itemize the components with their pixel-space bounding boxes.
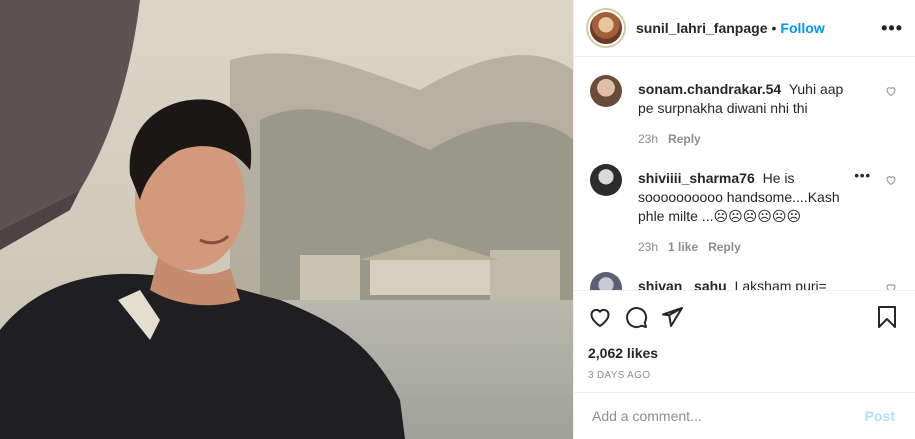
likes-count[interactable]: 2,062 likes	[588, 345, 901, 361]
comment-icon[interactable]	[624, 305, 648, 329]
heart-icon[interactable]	[588, 305, 612, 329]
comment-like-heart-icon[interactable]	[885, 281, 897, 290]
instagram-post: sunil_lahri_fanpage • Follow ••• sonam.c…	[0, 0, 915, 439]
post-photo[interactable]	[0, 0, 573, 439]
comment-text: Laksham puri=	[734, 278, 827, 290]
post-comment-button[interactable]: Post	[859, 407, 901, 425]
add-comment-bar: Post	[574, 392, 915, 439]
photo-illustration	[0, 0, 573, 439]
comment-username[interactable]: shiviiii_sharma76	[638, 170, 755, 186]
comment-avatar[interactable]	[590, 164, 622, 196]
comment-input[interactable]	[590, 407, 859, 425]
poster-username[interactable]: sunil_lahri_fanpage	[636, 20, 767, 36]
comment-like-heart-icon[interactable]	[885, 173, 897, 191]
poster-avatar[interactable]	[588, 10, 624, 46]
comment-like-heart-icon[interactable]	[885, 84, 897, 102]
separator-dot: •	[771, 20, 777, 36]
comments-list[interactable]: sonam.chandrakar.54 Yuhi aap pe surpnakh…	[574, 57, 915, 290]
post-timestamp[interactable]: 3 DAYS AGO	[588, 370, 901, 381]
comment-time[interactable]: 23h	[638, 132, 658, 146]
post-actions: 2,062 likes 3 DAYS AGO	[574, 290, 915, 381]
post-sidebar: sunil_lahri_fanpage • Follow ••• sonam.c…	[573, 0, 915, 439]
more-options-icon[interactable]: •••	[881, 18, 903, 39]
follow-button[interactable]: Follow	[780, 20, 824, 36]
reply-button[interactable]: Reply	[668, 132, 701, 146]
paper-plane-icon[interactable]	[660, 305, 684, 329]
comment-more-icon[interactable]: •••	[854, 168, 871, 183]
comment-item: shiviiii_sharma76 He is soooooooooo hand…	[590, 146, 901, 254]
comment-avatar[interactable]	[590, 272, 622, 290]
reply-button[interactable]: Reply	[708, 240, 741, 254]
post-header: sunil_lahri_fanpage • Follow •••	[574, 0, 915, 57]
comment-item: sonam.chandrakar.54 Yuhi aap pe surpnakh…	[590, 57, 901, 146]
comment-username[interactable]: shivan_ sahu	[638, 278, 727, 290]
comment-avatar[interactable]	[590, 75, 622, 107]
comment-likes[interactable]: 1 like	[668, 240, 698, 254]
comment-username[interactable]: sonam.chandrakar.54	[638, 81, 781, 97]
bookmark-icon[interactable]	[875, 305, 899, 329]
comment-time[interactable]: 23h	[638, 240, 658, 254]
comment-item: shivan_ sahu Laksham puri=	[590, 254, 901, 290]
